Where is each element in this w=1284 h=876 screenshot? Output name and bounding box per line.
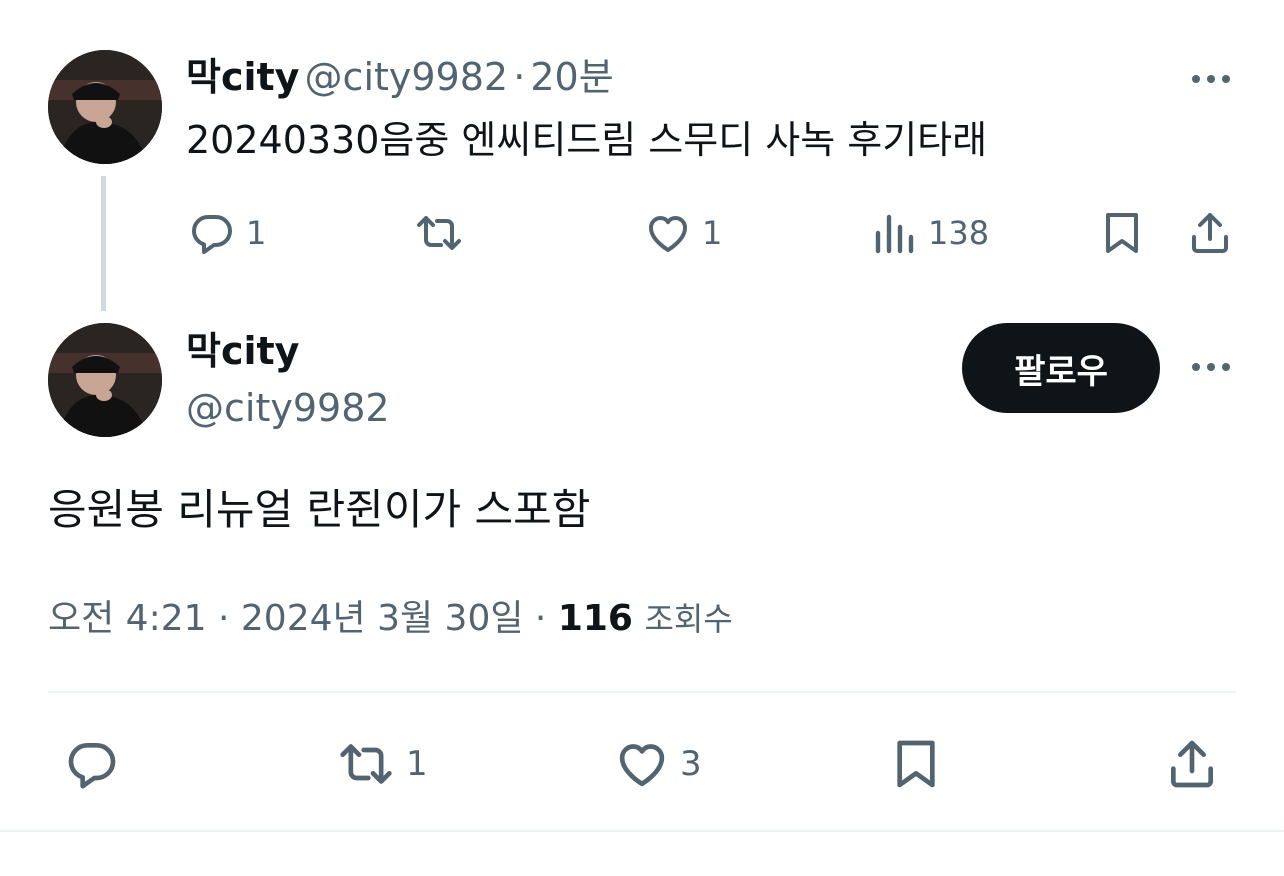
bookmark-icon [1098,209,1146,257]
follow-button[interactable]: 팔로우 [962,323,1160,413]
parent-more-dots-icon[interactable] [1192,75,1230,83]
parent-like-button[interactable]: 1 [644,209,722,257]
divider [48,691,1236,693]
tweet-metadata: 오전 4:21 · 2024년 3월 30일 · 116 조회수 [48,596,733,642]
parent-share-button[interactable] [1186,209,1234,257]
main-like-count: 3 [680,744,702,784]
parent-like-count: 1 [702,214,723,252]
thread-line [101,176,106,311]
main-tweet-text: 응원봉 리뉴얼 란쥔이가 스포함 [48,485,591,534]
tweet-date[interactable]: 2024년 3월 30일 [241,598,524,639]
bottom-divider [0,830,1284,832]
parent-handle[interactable]: @city9982 [305,55,509,99]
parent-header: 막city @city9982 · 20분 [186,54,614,108]
meta-separator-2: · [534,598,547,639]
main-avatar[interactable] [48,323,162,437]
main-bookmark-button[interactable] [888,736,944,792]
main-like-button[interactable]: 3 [614,736,702,792]
tweet-time[interactable]: 오전 4:21 [48,598,207,639]
parent-display-name[interactable]: 막city [186,55,299,99]
bookmark-icon [888,736,944,792]
heart-icon [644,209,692,257]
repost-icon [336,736,396,792]
main-handle[interactable]: @city9982 [186,385,390,431]
main-reply-button[interactable] [64,736,120,792]
parent-views-count: 138 [928,214,990,252]
reply-icon [64,736,120,792]
share-icon [1186,209,1234,257]
bar-chart-icon [870,209,918,257]
share-icon [1164,736,1220,792]
parent-bookmark-button[interactable] [1098,209,1146,257]
parent-tweet-text: 20240330음중 엔씨티드림 스무디 사녹 후기타래 [186,118,988,162]
main-share-button[interactable] [1164,736,1220,792]
parent-time-ago[interactable]: 20분 [530,55,613,99]
heart-icon [614,736,670,792]
header-separator: · [513,55,526,99]
reply-icon [188,209,236,257]
main-repost-count: 1 [406,744,428,784]
parent-views-button[interactable]: 138 [870,209,989,257]
views-label: 조회수 [644,600,733,638]
parent-reply-count: 1 [246,214,267,252]
main-display-name[interactable]: 막city [186,328,299,374]
parent-avatar[interactable] [48,50,162,164]
parent-reply-button[interactable]: 1 [188,209,266,257]
main-more-dots-icon[interactable] [1192,363,1230,371]
repost-icon [414,209,464,257]
main-repost-button[interactable]: 1 [336,736,428,792]
parent-repost-button[interactable] [414,209,474,257]
views-count: 116 [557,598,633,639]
meta-separator: · [217,598,230,639]
